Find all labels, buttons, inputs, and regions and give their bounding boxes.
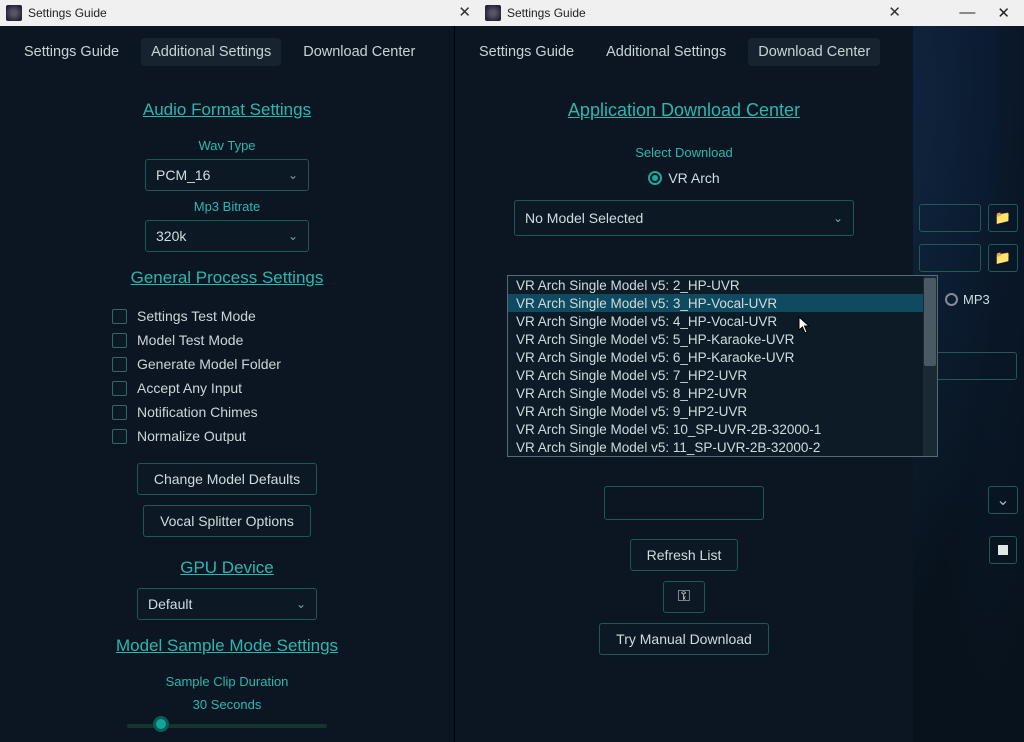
- tab-download-center[interactable]: Download Center: [293, 38, 425, 66]
- dropdown-item[interactable]: VR Arch Single Model v5: 6_HP-Karaoke-UV…: [508, 348, 937, 366]
- model-select[interactable]: No Model Selected ⌄: [514, 200, 854, 236]
- sample-duration-slider[interactable]: [127, 724, 327, 728]
- close-icon[interactable]: ✕: [888, 3, 901, 21]
- chevron-down-icon: ⌄: [996, 490, 1009, 510]
- app-icon: [6, 5, 22, 21]
- tab-bar: Settings Guide Additional Settings Downl…: [455, 26, 913, 74]
- dropdown-item[interactable]: VR Arch Single Model v5: 5_HP-Karaoke-UV…: [508, 330, 937, 348]
- model-test-mode-label: Model Test Mode: [137, 332, 243, 348]
- chevron-down-icon: ⌄: [288, 229, 298, 243]
- change-model-defaults-button[interactable]: Change Model Defaults: [137, 463, 317, 495]
- notification-chimes-label: Notification Chimes: [137, 404, 258, 420]
- model-test-mode-checkbox[interactable]: [112, 333, 127, 348]
- vr-arch-radio[interactable]: [648, 171, 662, 185]
- select-download-label: Select Download: [473, 145, 895, 160]
- gpu-device-value: Default: [148, 596, 192, 612]
- wav-type-select[interactable]: PCM_16 ⌄: [145, 159, 309, 191]
- vr-arch-label: VR Arch: [668, 170, 719, 186]
- dropdown-item[interactable]: VR Arch Single Model v5: 3_HP-Vocal-UVR: [508, 294, 937, 312]
- dropdown-item[interactable]: VR Arch Single Model v5: 11_SP-UVR-2B-32…: [508, 438, 937, 456]
- accept-any-input-checkbox[interactable]: [112, 381, 127, 396]
- generate-model-folder-label: Generate Model Folder: [137, 356, 281, 372]
- accept-any-input-label: Accept Any Input: [137, 380, 242, 396]
- input-path-field[interactable]: [919, 204, 981, 232]
- mp3-format-radio[interactable]: MP3: [945, 292, 990, 307]
- slider-thumb[interactable]: [153, 716, 169, 732]
- model-dropdown-list[interactable]: VR Arch Single Model v5: 2_HP-UVR VR Arc…: [507, 275, 938, 457]
- dropdown-item[interactable]: VR Arch Single Model v5: 7_HP2-UVR: [508, 366, 937, 384]
- tab-settings-guide[interactable]: Settings Guide: [469, 38, 584, 66]
- settings-test-mode-label: Settings Test Mode: [137, 308, 256, 324]
- minimize-icon[interactable]: ―: [959, 4, 975, 22]
- titlebar-sys: ― ✕: [909, 0, 1024, 26]
- sample-clip-duration-label: Sample Clip Duration: [18, 674, 436, 689]
- generate-model-folder-checkbox[interactable]: [112, 357, 127, 372]
- general-process-settings-title: General Process Settings: [131, 268, 324, 288]
- download-input[interactable]: [604, 486, 764, 520]
- refresh-list-button[interactable]: Refresh List: [630, 539, 739, 571]
- dropdown-item[interactable]: VR Arch Single Model v5: 4_HP-Vocal-UVR: [508, 312, 937, 330]
- mp3-bitrate-select[interactable]: 320k ⌄: [145, 220, 309, 252]
- download-center-title: Application Download Center: [568, 100, 800, 121]
- window-title: Settings Guide: [507, 6, 586, 20]
- folder-icon: 📁: [995, 210, 1011, 226]
- key-button[interactable]: ⚿: [663, 581, 705, 613]
- try-manual-download-button[interactable]: Try Manual Download: [599, 623, 769, 655]
- tab-download-center[interactable]: Download Center: [748, 38, 880, 66]
- dropdown-item[interactable]: VR Arch Single Model v5: 8_HP2-UVR: [508, 384, 937, 402]
- chevron-down-icon: ⌄: [296, 597, 306, 611]
- normalize-output-label: Normalize Output: [137, 428, 246, 444]
- tab-bar: Settings Guide Additional Settings Downl…: [0, 26, 454, 74]
- tab-additional-settings[interactable]: Additional Settings: [596, 38, 736, 66]
- notification-chimes-checkbox[interactable]: [112, 405, 127, 420]
- wav-type-label: Wav Type: [18, 138, 436, 153]
- window-title: Settings Guide: [28, 6, 107, 20]
- chevron-down-icon: ⌄: [833, 211, 843, 225]
- audio-format-settings-title: Audio Format Settings: [143, 100, 311, 120]
- dropdown-item[interactable]: VR Arch Single Model v5: 9_HP2-UVR: [508, 402, 937, 420]
- mp3-bitrate-value: 320k: [156, 228, 186, 244]
- settings-window-left: Settings Guide Additional Settings Downl…: [0, 26, 455, 742]
- titlebar-right: Settings Guide ✕: [479, 0, 909, 26]
- dropdown-item[interactable]: VR Arch Single Model v5: 10_SP-UVR-2B-32…: [508, 420, 937, 438]
- titlebar-left: Settings Guide ✕: [0, 0, 479, 26]
- folder-icon: 📁: [995, 250, 1011, 266]
- output-path-field[interactable]: [919, 244, 981, 272]
- wav-type-value: PCM_16: [156, 167, 210, 183]
- dropdown-item[interactable]: VR Arch Single Model v5: 2_HP-UVR: [508, 276, 937, 294]
- mp3-bitrate-label: Mp3 Bitrate: [18, 199, 436, 214]
- chevron-down-icon: ⌄: [288, 168, 298, 182]
- browse-input-button[interactable]: 📁: [988, 204, 1018, 232]
- browse-output-button[interactable]: 📁: [988, 244, 1018, 272]
- stop-button[interactable]: [989, 536, 1017, 564]
- normalize-output-checkbox[interactable]: [112, 429, 127, 444]
- stop-icon: [998, 545, 1008, 555]
- model-sample-mode-title: Model Sample Mode Settings: [116, 636, 338, 656]
- sample-clip-duration-value: 30 Seconds: [18, 697, 436, 712]
- gpu-device-select[interactable]: Default ⌄: [137, 588, 317, 620]
- close-icon[interactable]: ✕: [997, 4, 1010, 22]
- gpu-device-title: GPU Device: [180, 558, 274, 578]
- scrollbar-thumb[interactable]: [924, 278, 936, 366]
- expand-button[interactable]: ⌄: [988, 486, 1018, 514]
- app-icon: [485, 5, 501, 21]
- tab-settings-guide[interactable]: Settings Guide: [14, 38, 129, 66]
- model-select-value: No Model Selected: [525, 210, 643, 226]
- tab-additional-settings[interactable]: Additional Settings: [141, 38, 281, 66]
- key-icon: ⚿: [678, 588, 690, 605]
- vr-arch-radio-row[interactable]: VR Arch: [473, 170, 895, 186]
- vocal-splitter-options-button[interactable]: Vocal Splitter Options: [143, 505, 311, 537]
- dropdown-scrollbar[interactable]: [923, 276, 937, 456]
- titlebars: Settings Guide ✕ Settings Guide ✕ ― ✕: [0, 0, 1024, 26]
- close-icon[interactable]: ✕: [458, 3, 471, 21]
- settings-test-mode-checkbox[interactable]: [112, 309, 127, 324]
